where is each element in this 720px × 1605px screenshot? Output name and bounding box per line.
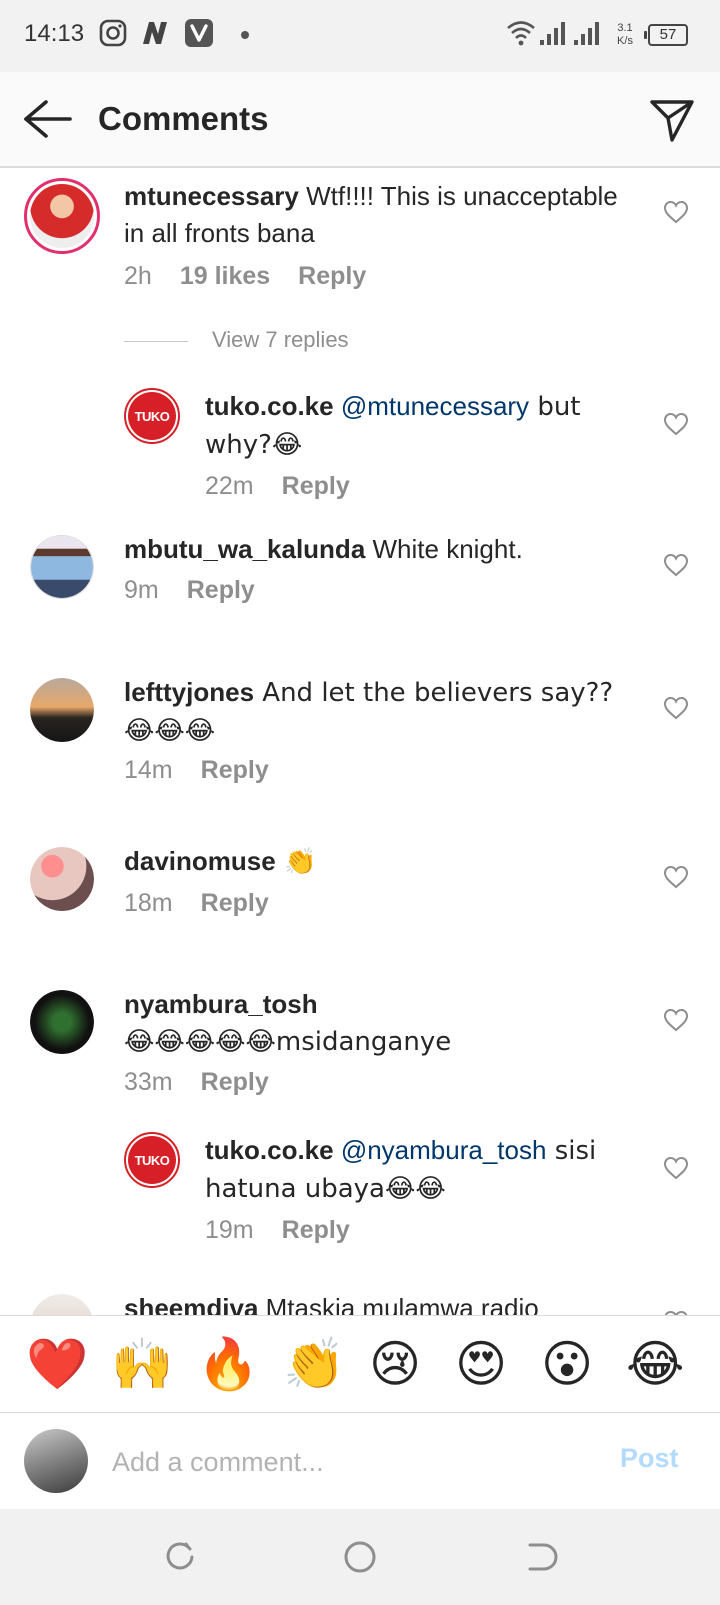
reply-button[interactable]: Reply: [187, 576, 255, 604]
comment-text: mbutu_wa_kalunda White knight.: [124, 531, 624, 568]
emoji-quick-bar: ❤️ 🙌 🔥 👏 😢 😍 😮 😂: [0, 1315, 720, 1413]
back-arrow-icon[interactable]: [20, 94, 72, 144]
comment-time: 18m: [124, 889, 173, 917]
battery-icon: 57: [644, 24, 688, 46]
notification-dot-icon: [241, 31, 249, 39]
network-speed-unit: K/s: [617, 35, 633, 47]
comment-time: 2h: [124, 262, 152, 290]
like-heart-icon[interactable]: [663, 553, 689, 577]
like-heart-icon[interactable]: [663, 412, 689, 436]
avatar[interactable]: TUKO: [124, 388, 180, 444]
emoji-raising-hands-button[interactable]: 🙌: [111, 1334, 173, 1394]
emoji-surprised-button[interactable]: 😮: [541, 1334, 593, 1394]
tuko-logo-text: TUKO: [128, 392, 176, 440]
avatar[interactable]: [30, 535, 94, 599]
signal-icon-2: [574, 22, 599, 45]
comment-text: lefttyjones And let the believers say??😂…: [124, 674, 624, 750]
comments-header: Comments: [0, 72, 720, 168]
comment-body: White knight.: [365, 534, 523, 564]
emoji-heart-button[interactable]: ❤️: [26, 1334, 88, 1394]
system-nav-bar: [0, 1509, 720, 1605]
avatar[interactable]: TUKO: [124, 1132, 180, 1188]
post-button[interactable]: Post: [620, 1443, 679, 1474]
comment-username[interactable]: sheemdiva: [124, 1293, 258, 1315]
direct-send-icon[interactable]: [648, 96, 696, 144]
comment-username[interactable]: nyambura_tosh: [124, 989, 318, 1019]
comment-username[interactable]: tuko.co.ke: [205, 391, 334, 421]
home-icon[interactable]: [342, 1539, 378, 1575]
comment-likes[interactable]: 19 likes: [180, 262, 270, 290]
status-bar: 14:13 3.1 K/s 57: [0, 0, 720, 72]
emoji-laughing-button[interactable]: 😂: [626, 1334, 684, 1394]
page-title: Comments: [98, 100, 269, 137]
reply-button[interactable]: Reply: [298, 262, 366, 290]
comment-time: 22m: [205, 472, 254, 500]
signal-icon: [540, 22, 565, 45]
comment-mention[interactable]: @nyambura_tosh: [341, 1135, 547, 1165]
comment-text: mtunecessary Wtf!!!! This is unacceptabl…: [124, 178, 624, 252]
comment-username[interactable]: tuko.co.ke: [205, 1135, 334, 1165]
avatar[interactable]: [30, 1294, 94, 1315]
comment-meta: 33m Reply: [124, 1068, 297, 1097]
my-avatar: [24, 1429, 88, 1493]
comment-list: mtunecessary Wtf!!!! This is unacceptabl…: [0, 168, 720, 1315]
reply-button[interactable]: Reply: [201, 889, 269, 917]
like-heart-icon[interactable]: [663, 200, 689, 224]
divider: [124, 341, 188, 342]
comment-text: sheemdiva Mtaskia mulamwa radio: [124, 1290, 624, 1315]
comment-username[interactable]: lefttyjones: [124, 677, 254, 707]
comment-meta: 14m Reply: [124, 756, 297, 785]
v-app-icon: [185, 19, 213, 47]
comment-text: davinomuse 👏: [124, 843, 624, 881]
like-heart-icon[interactable]: [663, 696, 689, 720]
status-time: 14:13: [24, 20, 85, 47]
comment-composer: Post: [0, 1413, 720, 1509]
reply-button[interactable]: Reply: [282, 472, 350, 500]
comment-body: Mtaskia mulamwa radio: [258, 1293, 539, 1315]
comment-body: 👏: [275, 847, 317, 877]
emoji-heart-eyes-button[interactable]: 😍: [455, 1334, 507, 1394]
reply-button[interactable]: Reply: [201, 756, 269, 784]
comment-body: 😂😂😂😂😂msidanganye: [124, 1027, 452, 1057]
comment-username[interactable]: davinomuse: [124, 846, 276, 876]
comment-text: tuko.co.ke @mtunecessary but why?😂: [205, 388, 635, 464]
tuko-logo-text: TUKO: [128, 1136, 176, 1184]
recent-apps-icon[interactable]: [162, 1539, 198, 1575]
emoji-crying-button[interactable]: 😢: [369, 1334, 421, 1394]
comment-time: 9m: [124, 576, 159, 604]
network-speed: 3.1 K/s: [612, 22, 638, 48]
like-heart-icon[interactable]: [663, 1008, 689, 1032]
comment-username[interactable]: mbutu_wa_kalunda: [124, 534, 365, 564]
comment-meta: 19m Reply: [205, 1216, 378, 1245]
comment-meta: 2h 19 likes Reply: [124, 262, 394, 291]
avatar[interactable]: [30, 678, 94, 742]
like-heart-icon[interactable]: [663, 865, 689, 889]
comment-meta: 22m Reply: [205, 472, 378, 501]
n-app-icon: [143, 22, 167, 44]
comment-mention[interactable]: @mtunecessary: [341, 391, 529, 421]
battery-level: 57: [659, 26, 677, 43]
comment-text: tuko.co.ke @nyambura_tosh sisi hatuna ub…: [205, 1132, 635, 1208]
reply-button[interactable]: Reply: [201, 1068, 269, 1096]
avatar[interactable]: [30, 847, 94, 911]
wifi-icon: [507, 21, 535, 46]
reply-button[interactable]: Reply: [282, 1216, 350, 1244]
comment-meta: 9m Reply: [124, 576, 283, 605]
comment-time: 14m: [124, 756, 173, 784]
comment-input[interactable]: [110, 1439, 584, 1485]
network-speed-value: 3.1: [617, 22, 633, 34]
comment-text: nyambura_tosh 😂😂😂😂😂msidanganye: [124, 986, 624, 1061]
comment-time: 19m: [205, 1216, 254, 1244]
comment-meta: 18m Reply: [124, 889, 297, 918]
back-nav-icon[interactable]: [522, 1539, 558, 1575]
instagram-icon: [99, 19, 127, 47]
avatar[interactable]: [24, 178, 100, 254]
view-replies-label[interactable]: View 7 replies: [212, 327, 349, 353]
avatar[interactable]: [30, 990, 94, 1054]
comment-username[interactable]: mtunecessary: [124, 181, 299, 211]
emoji-clapping-button[interactable]: 👏: [283, 1334, 345, 1394]
comment-time: 33m: [124, 1068, 173, 1096]
like-heart-icon[interactable]: [663, 1156, 689, 1180]
emoji-fire-button[interactable]: 🔥: [197, 1334, 259, 1394]
